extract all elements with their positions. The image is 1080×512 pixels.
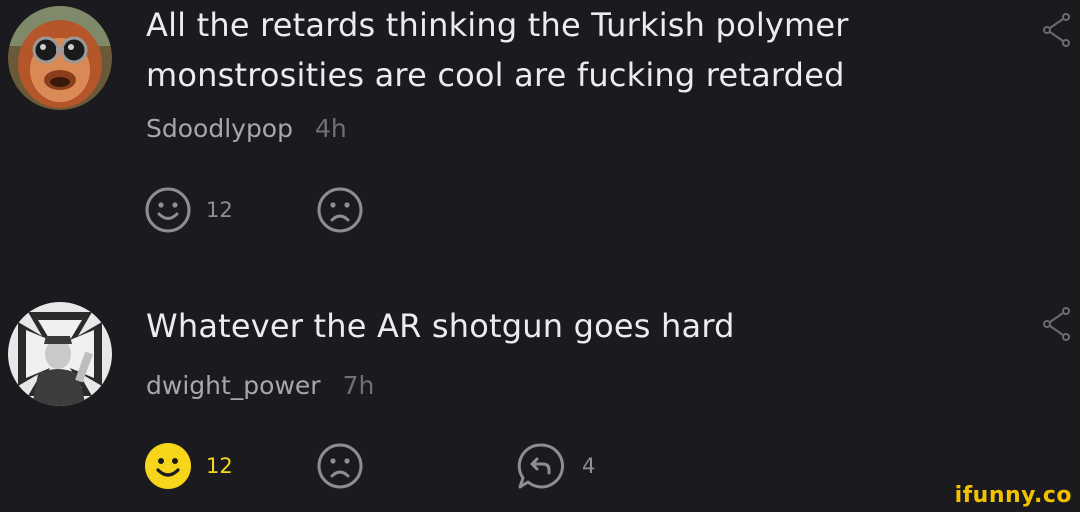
smile-count: 12 bbox=[206, 454, 233, 478]
comment-text: Whatever the AR shotgun goes hard bbox=[146, 301, 735, 351]
comment-meta: Sdoodlypop 4h bbox=[146, 114, 347, 143]
comment-item: Whatever the AR shotgun goes hard dwight… bbox=[0, 296, 1080, 512]
comment-text: All the retards thinking the Turkish pol… bbox=[146, 0, 849, 100]
frown-icon bbox=[317, 187, 363, 233]
avatar[interactable] bbox=[8, 6, 112, 110]
share-icon[interactable] bbox=[1042, 12, 1070, 48]
timestamp: 7h bbox=[342, 371, 375, 400]
reply-icon bbox=[517, 443, 565, 489]
comment-meta: dwight_power 7h bbox=[146, 371, 374, 400]
reply-button[interactable]: 4 bbox=[516, 442, 595, 490]
comment-text-line: Whatever the AR shotgun goes hard bbox=[146, 307, 735, 345]
smile-icon bbox=[145, 187, 191, 233]
smile-button[interactable]: 12 bbox=[144, 186, 233, 234]
frown-icon bbox=[317, 443, 363, 489]
comment-text-line: All the retards thinking the Turkish pol… bbox=[146, 6, 849, 44]
frown-button[interactable] bbox=[316, 186, 364, 234]
comment-item: All the retards thinking the Turkish pol… bbox=[0, 0, 1080, 270]
username[interactable]: Sdoodlypop bbox=[146, 114, 293, 143]
comment-text-line: monstrosities are cool are fucking retar… bbox=[146, 56, 845, 94]
orangutan-avatar-image bbox=[8, 6, 112, 110]
smile-count: 12 bbox=[206, 198, 233, 222]
smile-button[interactable]: 12 bbox=[144, 442, 233, 490]
smile-icon bbox=[145, 443, 191, 489]
avatar[interactable] bbox=[8, 302, 112, 406]
username[interactable]: dwight_power bbox=[146, 371, 321, 400]
reply-count: 4 bbox=[582, 454, 596, 478]
timestamp: 4h bbox=[314, 114, 347, 143]
frown-button[interactable] bbox=[316, 442, 364, 490]
portrait-avatar-image bbox=[8, 302, 112, 406]
share-icon[interactable] bbox=[1042, 306, 1070, 342]
ifunny-watermark: ifunny.co bbox=[954, 483, 1072, 508]
